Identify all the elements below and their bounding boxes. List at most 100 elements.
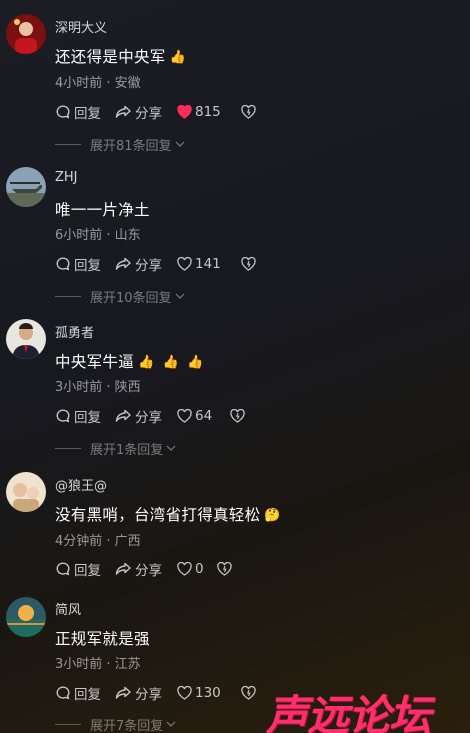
action-bar: 回复 分享 815	[55, 102, 257, 122]
expand-replies-button[interactable]: 展开10条回复	[55, 287, 185, 306]
reply-button[interactable]: 回复	[55, 406, 115, 426]
divider-line	[55, 723, 81, 725]
reply-button[interactable]: 回复	[55, 254, 115, 274]
like-count: 64	[195, 408, 213, 424]
comment-text: 正规军就是强	[55, 630, 150, 648]
reply-label: 回复	[74, 410, 101, 426]
comment-meta: 3小时前 · 陕西	[55, 380, 141, 395]
expand-replies-button[interactable]: 展开81条回复	[55, 135, 185, 154]
share-label: 分享	[135, 106, 162, 122]
thumbs-up-emoji: 👍	[162, 355, 180, 370]
expand-replies-button[interactable]: 展开7条回复	[55, 715, 176, 733]
reply-bubble-icon	[55, 408, 71, 424]
dislike-button[interactable]	[230, 409, 246, 423]
share-button[interactable]: 分享	[115, 254, 177, 274]
share-button[interactable]: 分享	[115, 102, 177, 122]
comment-meta: 4小时前 · 安徽	[55, 76, 141, 91]
reply-label: 回复	[74, 106, 101, 122]
chevron-down-icon	[175, 137, 185, 152]
share-button[interactable]: 分享	[115, 406, 177, 426]
share-label: 分享	[135, 258, 162, 274]
expand-replies-label: 展开1条回复	[90, 442, 164, 458]
action-bar: 回复 分享 130	[55, 683, 257, 703]
dislike-heart-icon	[217, 562, 232, 576]
share-arrow-icon	[115, 104, 132, 120]
like-button[interactable]: 141	[177, 256, 233, 272]
thinking-emoji: 🤔	[264, 508, 281, 523]
username[interactable]: 孤勇者	[55, 322, 94, 341]
heart-icon	[177, 257, 192, 271]
expand-replies-label: 展开7条回复	[90, 718, 164, 733]
dislike-heart-icon	[241, 105, 256, 119]
username[interactable]: ZHJ	[55, 170, 78, 185]
action-bar: 回复 分享 64	[55, 406, 246, 426]
like-button[interactable]: 130	[177, 685, 233, 701]
username[interactable]: 简风	[55, 599, 81, 618]
heart-icon	[177, 409, 192, 423]
reply-bubble-icon	[55, 104, 71, 120]
like-count: 130	[195, 685, 221, 701]
reply-button[interactable]: 回复	[55, 683, 115, 703]
reply-label: 回复	[74, 258, 101, 274]
comment-text: 还还得是中央军 👍	[55, 48, 187, 66]
comment-text: 中央军牛逼 👍 👍 👍	[55, 353, 204, 371]
share-button[interactable]: 分享	[115, 683, 177, 703]
dislike-button[interactable]	[241, 105, 257, 119]
share-arrow-icon	[115, 256, 132, 272]
like-count: 815	[195, 104, 221, 120]
thumbs-up-emoji: 👍	[169, 50, 187, 65]
reply-button[interactable]: 回复	[55, 559, 115, 579]
share-arrow-icon	[115, 685, 132, 701]
action-bar: 回复 分享 0	[55, 559, 233, 579]
dislike-heart-icon	[230, 409, 245, 423]
chevron-down-icon	[166, 441, 176, 456]
reply-label: 回复	[74, 563, 101, 579]
avatar[interactable]	[6, 167, 46, 207]
avatar[interactable]	[6, 597, 46, 637]
reply-bubble-icon	[55, 685, 71, 701]
comment-meta: 6小时前 · 山东	[55, 228, 141, 243]
reply-bubble-icon	[55, 256, 71, 272]
comment-text: 没有黑哨，台湾省打得真轻松 🤔	[55, 506, 281, 524]
share-label: 分享	[135, 563, 162, 579]
heart-icon	[177, 562, 192, 576]
dislike-button[interactable]	[241, 257, 257, 271]
username[interactable]: 深明大义	[55, 17, 107, 36]
watermark-logo: 声远论坛	[266, 691, 431, 733]
divider-line	[55, 143, 81, 145]
avatar[interactable]	[6, 14, 46, 54]
chevron-down-icon	[166, 717, 176, 732]
comment-text: 唯一一片净土	[55, 201, 150, 219]
heart-icon	[177, 686, 192, 700]
share-label: 分享	[135, 410, 162, 426]
avatar[interactable]	[6, 319, 46, 359]
dislike-button[interactable]	[217, 562, 233, 576]
divider-line	[55, 447, 81, 449]
action-bar: 回复 分享 141	[55, 254, 257, 274]
share-button[interactable]: 分享	[115, 559, 177, 579]
thumbs-up-emoji: 👍	[187, 355, 204, 370]
share-arrow-icon	[115, 561, 132, 577]
like-button[interactable]: 815	[177, 104, 233, 120]
expand-replies-button[interactable]: 展开1条回复	[55, 439, 176, 458]
dislike-heart-icon	[241, 257, 256, 271]
dislike-button[interactable]	[241, 686, 257, 700]
chevron-down-icon	[175, 289, 185, 304]
heart-icon	[177, 105, 192, 119]
like-button[interactable]: 0	[177, 561, 209, 577]
like-button[interactable]: 64	[177, 408, 222, 424]
share-label: 分享	[135, 687, 162, 703]
like-count: 141	[195, 256, 221, 272]
avatar[interactable]	[6, 472, 46, 512]
reply-button[interactable]: 回复	[55, 102, 115, 122]
reply-bubble-icon	[55, 561, 71, 577]
expand-replies-label: 展开10条回复	[90, 290, 172, 306]
username[interactable]: @狼王@	[55, 475, 107, 494]
dislike-heart-icon	[241, 686, 256, 700]
divider-line	[55, 295, 81, 297]
like-count: 0	[195, 561, 204, 577]
thumbs-up-emoji: 👍	[138, 355, 155, 370]
reply-label: 回复	[74, 687, 101, 703]
share-arrow-icon	[115, 408, 132, 424]
comment-meta: 4分钟前 · 广西	[55, 534, 141, 549]
